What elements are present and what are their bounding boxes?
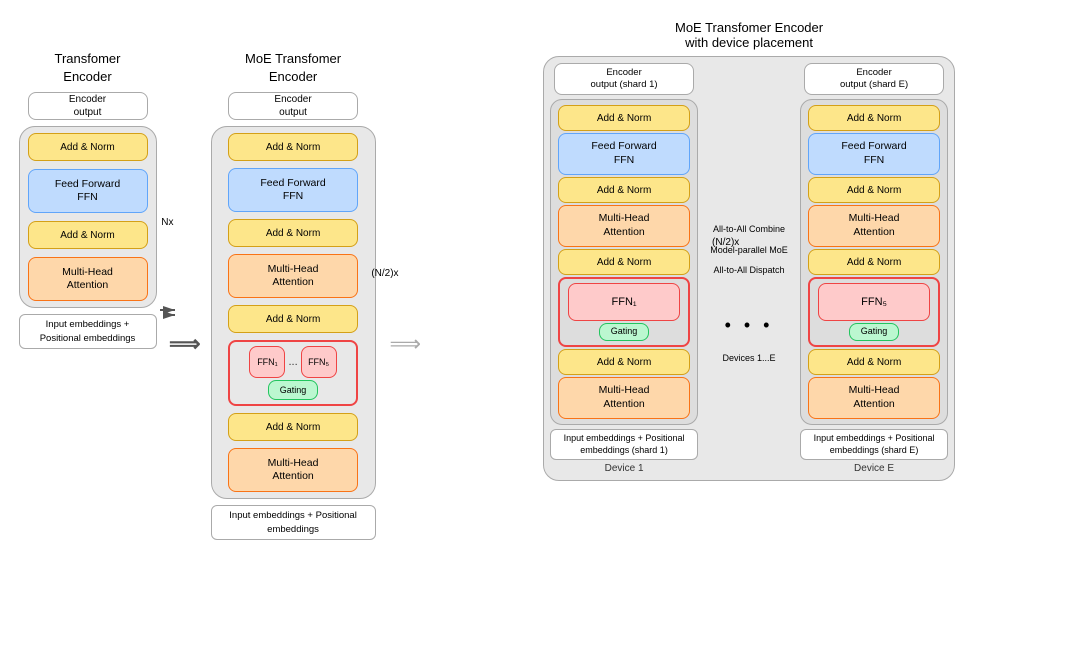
s2-attention-top: Multi-Head Attention [228, 254, 358, 298]
s2-gating: Gating [268, 380, 318, 400]
s3-d1-input: Input embeddings + Positional embeddings… [550, 429, 698, 460]
s3-dE-attention-bot: Multi-Head Attention [808, 377, 940, 419]
s3-devices-label: Devices 1...E [723, 352, 776, 365]
s2-attention-bot: Multi-Head Attention [228, 448, 358, 492]
s3-dE-add-norm-top: Add & Norm [808, 105, 940, 131]
s3-title: MoE Transfomer Encoder with device place… [675, 20, 823, 50]
s2-add-norm-bot: Add & Norm [228, 413, 358, 441]
s3-dE-moe-box: FFN₅ Gating [808, 277, 940, 347]
s2-dots: ... [288, 356, 297, 368]
arrow1: ⟹ [169, 331, 197, 357]
s1-attention: Multi-Head Attention [28, 257, 148, 301]
s3-d1-attention-top: Multi-Head Attention [558, 205, 690, 247]
s2-nx-label: (N/2)x [371, 268, 398, 279]
s3-deviceE-inner: Add & Norm Feed Forward FFN Add & Norm M… [800, 99, 948, 425]
s3-d1-gating: Gating [599, 323, 649, 341]
s3-dE-attention-top: Multi-Head Attention [808, 205, 940, 247]
s3-outer-box: (N/2)x Encoder output (shard 1) Add & No… [543, 56, 955, 481]
s3-dE-gating: Gating [849, 323, 899, 341]
s2-ffnE: FFN₅ [301, 346, 337, 378]
s2-ffn1: FFN₁ [249, 346, 285, 378]
s3-dE-add-norm-mid: Add & Norm [808, 177, 940, 203]
s3-d1-ffn1: FFN₁ [568, 283, 680, 321]
s1-title: Transfomer Encoder [55, 50, 121, 86]
s2-ffn-top: Feed Forward FFN [228, 168, 358, 212]
s2-add-norm-mid: Add & Norm [228, 219, 358, 247]
s3-dE-label: Device E [854, 463, 894, 474]
s3-d1-add-norm-moe: Add & Norm [558, 249, 690, 275]
s2-title: MoE Transfomer Encoder [245, 50, 341, 86]
diagram-container: Transfomer Encoder Encoder output Nx Add… [0, 0, 1087, 657]
s1-add-norm-2: Add & Norm [28, 221, 148, 249]
s1-nx-label: Nx [161, 217, 173, 228]
s3-dE-input: Input embeddings + Positional embeddings… [800, 429, 948, 460]
arrow2-icon: ⟹ [390, 331, 418, 357]
s2-input: Input embeddings + Positional embeddings [211, 505, 376, 540]
s2-add-norm-moe: Add & Norm [228, 305, 358, 333]
s3-d1-attention-bot: Multi-Head Attention [558, 377, 690, 419]
s3-dE-add-norm-bot: Add & Norm [808, 349, 940, 375]
s3-device1-inner: Add & Norm Feed Forward FFN Add & Norm M… [550, 99, 698, 425]
s3-dE-ffn: Feed Forward FFN [808, 133, 940, 175]
transformer-encoder-section: Transfomer Encoder Encoder output Nx Add… [10, 20, 165, 349]
s3-dE-encoder-output: Encoder output (shard E) [804, 63, 944, 95]
s2-ffn-row: FFN₁ ... FFN₅ [249, 346, 336, 378]
s3-d1-add-norm-top: Add & Norm [558, 105, 690, 131]
s1-add-norm-1: Add & Norm [28, 133, 148, 161]
s3-d1-moe-box: FFN₁ Gating [558, 277, 690, 347]
s2-add-norm-top: Add & Norm [228, 133, 358, 161]
s2-encoder-output: Encoder output [228, 92, 358, 120]
s3-dE-add-norm-moe: Add & Norm [808, 249, 940, 275]
s3-dE-ffnE: FFN₅ [818, 283, 930, 321]
s3-d1-add-norm-mid: Add & Norm [558, 177, 690, 203]
s3-d1-encoder-output: Encoder output (shard 1) [554, 63, 694, 95]
s3-d1-add-norm-bot: Add & Norm [558, 349, 690, 375]
arrow1-icon: ⟹ [169, 331, 197, 357]
s3-deviceE-col: Encoder output (shard E) Add & Norm Feed… [800, 63, 948, 474]
s3-middle-col: All-to-All Combine Model-parallel MoE Al… [704, 63, 794, 364]
s1-ffn: Feed Forward FFN [28, 169, 148, 213]
s3-d1-ffn: Feed Forward FFN [558, 133, 690, 175]
s3-dots: • • • [725, 315, 774, 336]
s3-all-to-all-combine: All-to-All Combine [713, 223, 785, 236]
s1-encoder-box: Nx Add & Norm Feed Forward FFN Add & Nor… [19, 126, 157, 308]
s3-device1-col: Encoder output (shard 1) Add & Norm Feed… [550, 63, 698, 474]
s1-encoder-output: Encoder output [28, 92, 148, 120]
s3-d1-label: Device 1 [605, 463, 644, 474]
moe-device-section: MoE Transfomer Encoder with device place… [421, 20, 1077, 481]
moe-encoder-section: MoE Transfomer Encoder Encoder output (N… [201, 20, 386, 540]
s1-input: Input embeddings + Positional embeddings [19, 314, 157, 349]
s3-nx-label: (N/2)x [712, 237, 739, 248]
arrow2: ⟹ [390, 331, 418, 357]
s3-all-to-all-dispatch: All-to-All Dispatch [714, 264, 785, 277]
s2-moe-box: FFN₁ ... FFN₅ Gating [228, 340, 358, 406]
s2-encoder-box: (N/2)x Add & Norm Feed Forward FFN Add &… [211, 126, 376, 499]
